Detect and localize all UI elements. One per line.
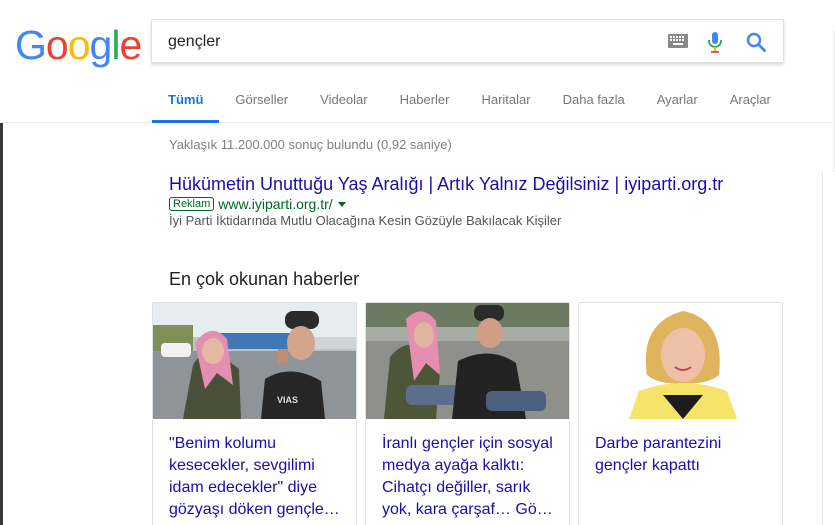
logo-letter: g [89, 22, 113, 68]
right-side-panel [822, 172, 835, 525]
search-icon[interactable] [745, 31, 767, 53]
tab-tools[interactable]: Araçlar [714, 82, 787, 123]
search-tabs: Tümü Görseller Videolar Haberler Harital… [152, 82, 787, 123]
tab-videos[interactable]: Videolar [304, 82, 383, 123]
ad-badge: Reklam [169, 197, 215, 211]
ad-description: İyi Parti İktidarında Mutlu Olacağına Ke… [169, 213, 562, 228]
logo-letter: o [67, 22, 91, 68]
result-stats: Yaklaşık 11.200.000 sonuç bulundu (0,92 … [169, 137, 452, 152]
tab-all[interactable]: Tümü [152, 82, 220, 123]
tab-maps[interactable]: Haritalar [465, 82, 546, 123]
tab-news[interactable]: Haberler [384, 82, 466, 123]
news-card[interactable]: Darbe parantezini gençler kapattı [578, 302, 783, 525]
news-card-title[interactable]: "Benim kolumu kesecekler, sevgilimi idam… [169, 433, 347, 521]
tab-settings[interactable]: Ayarlar [641, 82, 714, 123]
tab-images[interactable]: Görseller [219, 82, 304, 123]
top-news-heading: En çok okunan haberler [169, 269, 360, 289]
logo-letter: l [111, 22, 120, 68]
logo-letter: G [15, 22, 47, 68]
ad-menu-caret-icon[interactable] [337, 201, 346, 207]
microphone-icon[interactable] [707, 31, 723, 53]
news-card-image [366, 303, 569, 419]
svg-text:VIAS: VIAS [277, 395, 298, 405]
news-card[interactable]: VIAS "Benim kolumu kesecekler, sevgilimi… [152, 302, 357, 525]
google-logo[interactable]: Google [15, 22, 142, 69]
ad-title-link[interactable]: Hükümetin Unuttuğu Yaş Aralığı | Artık Y… [169, 174, 723, 195]
logo-letter: e [119, 22, 142, 68]
search-input[interactable] [168, 31, 648, 53]
news-card[interactable]: İranlı gençler için sosyal medya ayağa k… [365, 302, 570, 525]
ad-url[interactable]: www.iyiparti.org.tr/ [218, 196, 332, 212]
keyboard-icon[interactable] [668, 34, 688, 48]
news-card-image: VIAS [153, 303, 356, 419]
header: Google Tümü Görseller Videolar Haberler … [0, 0, 835, 123]
tab-more[interactable]: Daha fazla [547, 82, 641, 123]
news-card-title[interactable]: Darbe parantezini gençler kapattı [595, 433, 773, 477]
news-card-title[interactable]: İranlı gençler için sosyal medya ayağa k… [382, 433, 560, 521]
ad-url-row: Reklam www.iyiparti.org.tr/ [169, 196, 346, 212]
logo-letter: o [45, 22, 69, 68]
search-box [151, 19, 784, 63]
news-card-image [579, 303, 782, 419]
